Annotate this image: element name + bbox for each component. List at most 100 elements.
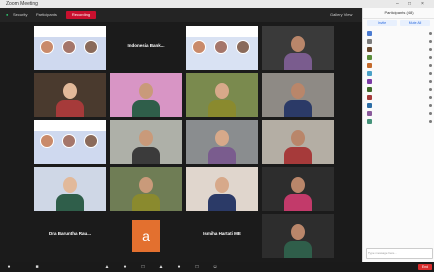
participant-face bbox=[63, 177, 77, 193]
participant-face bbox=[139, 177, 153, 193]
panel-title: Participants (48) bbox=[363, 8, 434, 19]
participant-face bbox=[291, 177, 305, 193]
mute-all-button[interactable]: Mute All bbox=[400, 20, 430, 26]
video-tile[interactable]: a bbox=[110, 214, 182, 258]
minimize-icon[interactable]: – bbox=[396, 1, 399, 7]
participant-row[interactable] bbox=[363, 38, 434, 46]
video-camera-icon[interactable]: ■ bbox=[34, 264, 40, 270]
participant-name bbox=[374, 79, 420, 84]
participant-body bbox=[132, 100, 160, 117]
participant-name bbox=[374, 103, 420, 108]
participant-face bbox=[139, 83, 153, 99]
participant-name bbox=[374, 87, 420, 92]
speaker-photo bbox=[192, 40, 206, 54]
meeting-topbar: ● Security Participants Recording Galler… bbox=[0, 8, 362, 22]
participant-name bbox=[374, 47, 420, 52]
share-screen-icon[interactable]: ▲ bbox=[158, 264, 164, 270]
avatar bbox=[367, 31, 372, 36]
participant-row[interactable] bbox=[363, 30, 434, 38]
video-tile[interactable] bbox=[110, 73, 182, 117]
video-tile[interactable] bbox=[262, 214, 334, 258]
maximize-icon[interactable]: □ bbox=[408, 1, 411, 7]
invite-button[interactable]: Invite bbox=[367, 20, 397, 26]
avatar: a bbox=[132, 220, 160, 252]
video-tile[interactable]: Ismiha Hartati ME bbox=[186, 214, 258, 258]
participant-body bbox=[284, 147, 312, 164]
security-icon[interactable]: ▲ bbox=[104, 264, 110, 270]
participants-label[interactable]: Participants bbox=[36, 11, 57, 19]
video-tile[interactable]: Indonesia Bank... bbox=[110, 26, 182, 70]
speaker-photo bbox=[84, 134, 98, 148]
microphone-icon[interactable] bbox=[429, 104, 432, 107]
microphone-icon[interactable] bbox=[429, 80, 432, 83]
participant-row[interactable] bbox=[363, 86, 434, 94]
video-tile[interactable] bbox=[186, 167, 258, 211]
microphone-icon[interactable] bbox=[429, 112, 432, 115]
microphone-icon[interactable] bbox=[429, 40, 432, 43]
video-tile[interactable] bbox=[262, 73, 334, 117]
video-tile[interactable] bbox=[262, 167, 334, 211]
video-tile[interactable] bbox=[34, 73, 106, 117]
video-tile[interactable] bbox=[34, 167, 106, 211]
video-gallery: Indonesia Bank... Dra Baruntha Rau... a … bbox=[0, 22, 362, 262]
video-tile[interactable] bbox=[34, 26, 106, 70]
participant-row[interactable] bbox=[363, 110, 434, 118]
participant-face bbox=[215, 177, 229, 193]
microphone-icon[interactable] bbox=[429, 32, 432, 35]
chat-messages bbox=[363, 156, 434, 157]
participant-row[interactable] bbox=[363, 62, 434, 70]
record-icon[interactable]: ● bbox=[176, 264, 182, 270]
video-tile[interactable] bbox=[186, 26, 258, 70]
speaker-photo bbox=[84, 40, 98, 54]
microphone-icon[interactable] bbox=[429, 72, 432, 75]
participant-name bbox=[374, 55, 420, 60]
video-tile[interactable] bbox=[262, 120, 334, 164]
speaker-photo bbox=[40, 134, 54, 148]
microphone-icon[interactable] bbox=[429, 120, 432, 123]
video-tile[interactable] bbox=[186, 120, 258, 164]
microphone-icon[interactable] bbox=[429, 88, 432, 91]
participant-row[interactable] bbox=[363, 70, 434, 78]
participant-body bbox=[132, 194, 160, 211]
avatar bbox=[367, 63, 372, 68]
participant-body bbox=[284, 53, 312, 70]
participant-row[interactable] bbox=[363, 46, 434, 54]
participant-face bbox=[291, 224, 305, 240]
participant-face bbox=[291, 83, 305, 99]
participant-display-name: Dra Baruntha Rau... bbox=[48, 231, 91, 236]
recording-indicator[interactable]: Recording bbox=[66, 11, 96, 19]
microphone-icon[interactable] bbox=[429, 64, 432, 67]
reactions-icon[interactable]: ☺ bbox=[212, 264, 218, 270]
participant-row[interactable] bbox=[363, 78, 434, 86]
participant-row[interactable] bbox=[363, 54, 434, 62]
end-meeting-button[interactable]: End bbox=[418, 264, 432, 270]
microphone-icon[interactable] bbox=[429, 96, 432, 99]
video-tile[interactable] bbox=[34, 120, 106, 164]
microphone-icon[interactable] bbox=[429, 56, 432, 59]
participant-row[interactable] bbox=[363, 102, 434, 110]
chat-input[interactable]: Type message here... bbox=[366, 248, 433, 259]
security-label[interactable]: Security bbox=[13, 11, 27, 19]
gallery-view-button[interactable]: Gallery View bbox=[330, 11, 352, 19]
video-tile[interactable] bbox=[186, 73, 258, 117]
video-tile[interactable] bbox=[110, 167, 182, 211]
shield-icon[interactable]: ● bbox=[6, 11, 8, 19]
participant-name bbox=[374, 39, 420, 44]
participant-name bbox=[374, 111, 420, 116]
participants-icon[interactable]: ● bbox=[122, 264, 128, 270]
video-tile[interactable]: Dra Baruntha Rau... bbox=[34, 214, 106, 258]
avatar bbox=[367, 111, 372, 116]
microphone-icon[interactable]: ● bbox=[6, 264, 12, 270]
participant-row[interactable] bbox=[363, 94, 434, 102]
avatar bbox=[367, 55, 372, 60]
avatar bbox=[367, 47, 372, 52]
breakout-rooms-icon[interactable]: □ bbox=[194, 264, 200, 270]
video-tile[interactable] bbox=[262, 26, 334, 70]
chat-icon[interactable]: □ bbox=[140, 264, 146, 270]
microphone-icon[interactable] bbox=[429, 48, 432, 51]
speaker-photo bbox=[62, 134, 76, 148]
participant-row[interactable] bbox=[363, 118, 434, 126]
participant-body bbox=[132, 147, 160, 164]
video-tile[interactable] bbox=[110, 120, 182, 164]
close-icon[interactable]: × bbox=[421, 1, 424, 7]
